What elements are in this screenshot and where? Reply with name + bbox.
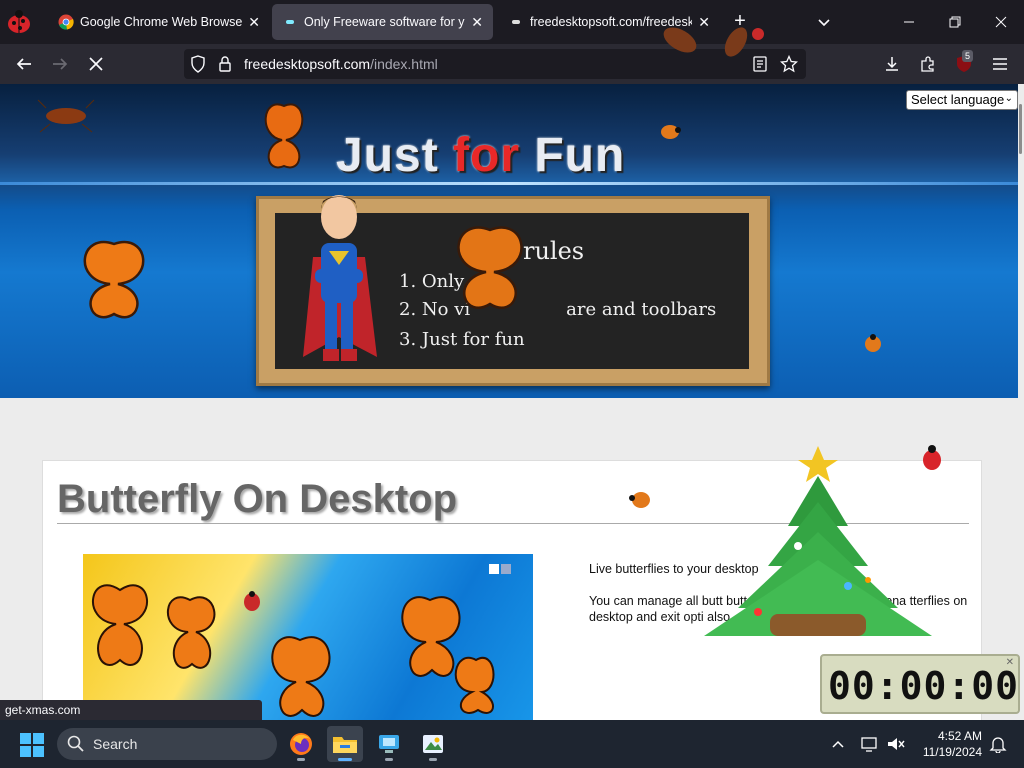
chevron-down-icon: ⌄ bbox=[1004, 93, 1013, 104]
desktop-app-icon[interactable] bbox=[371, 726, 407, 762]
rule-2-suffix: are and toolbars bbox=[566, 299, 717, 320]
language-select-label: Select language bbox=[911, 92, 1005, 107]
taskbar-search-box[interactable]: Search bbox=[57, 728, 277, 760]
site-title-accent: for bbox=[453, 129, 521, 182]
search-icon bbox=[67, 735, 85, 758]
ladybug-icon bbox=[865, 334, 881, 352]
clock-date: 11/19/2024 bbox=[922, 745, 982, 759]
star-bookmark-icon[interactable] bbox=[779, 54, 799, 78]
ladybug-app-icon[interactable] bbox=[4, 8, 34, 36]
clock-time: 00:00:00 bbox=[828, 664, 1020, 708]
running-indicator bbox=[297, 758, 305, 761]
close-window-icon[interactable] bbox=[978, 0, 1024, 44]
page-scrollbar[interactable] bbox=[1018, 84, 1024, 720]
photos-app-icon[interactable] bbox=[415, 726, 451, 762]
running-indicator bbox=[429, 758, 437, 761]
ladybug-icon bbox=[629, 492, 650, 508]
minimize-icon[interactable] bbox=[886, 0, 932, 44]
site-title-part1: Just bbox=[336, 129, 454, 182]
stop-loading-icon[interactable] bbox=[82, 50, 110, 78]
windows-taskbar: Search 4:52 AM 11/19/2024 bbox=[0, 720, 1024, 768]
chrome-icon bbox=[58, 14, 74, 30]
browser-nav-bar: freedesktopsoft.com/index.html 5 bbox=[0, 44, 1024, 84]
cockroach-icon bbox=[37, 99, 95, 133]
clock-time: 4:52 AM bbox=[937, 729, 982, 743]
restore-icon[interactable] bbox=[932, 0, 978, 44]
butterfly-icon bbox=[457, 226, 523, 309]
chevron-down-icon[interactable] bbox=[814, 12, 834, 32]
loading-dot-icon bbox=[508, 14, 524, 30]
desktop-clock-widget[interactable]: ✕ 00:00:00 bbox=[820, 654, 1020, 714]
browser-tab-bar: Google Chrome Web Browser ✕ Only Freewar… bbox=[0, 0, 1024, 44]
status-link-preview: get-xmas.com bbox=[0, 700, 262, 720]
url-path: /index.html bbox=[370, 56, 438, 72]
search-label: Search bbox=[93, 736, 138, 752]
lock-icon[interactable] bbox=[218, 55, 232, 78]
butterfly-swarm-icon bbox=[92, 584, 495, 717]
tab-freeware-active[interactable]: Only Freeware software for you ✕ bbox=[272, 4, 493, 40]
shield-icon[interactable] bbox=[190, 55, 206, 78]
url-text[interactable]: freedesktopsoft.com/index.html bbox=[244, 56, 438, 72]
tab-label: Google Chrome Web Browser bbox=[80, 15, 243, 29]
chevron-up-icon[interactable] bbox=[826, 732, 850, 756]
hamburger-menu-icon[interactable] bbox=[986, 50, 1014, 78]
site-title-part2: Fun bbox=[520, 129, 626, 182]
display-icon[interactable] bbox=[858, 732, 882, 756]
butterfly-icon bbox=[83, 240, 145, 319]
download-icon[interactable] bbox=[878, 50, 906, 78]
tab-chrome-browser[interactable]: Google Chrome Web Browser ✕ bbox=[48, 4, 270, 40]
site-title: Just for Fun bbox=[336, 128, 625, 183]
ladybug-icon bbox=[661, 125, 681, 139]
superhero-mascot-icon bbox=[303, 195, 377, 361]
product-title: Butterfly On Desktop bbox=[57, 477, 458, 521]
notification-bell-icon[interactable] bbox=[986, 732, 1010, 756]
url-domain: freedesktopsoft.com bbox=[244, 56, 371, 72]
close-tab-icon[interactable]: ✕ bbox=[471, 14, 483, 31]
windows-start-icon[interactable] bbox=[20, 733, 44, 757]
chalkboard-rule-3: 3. Just for fun bbox=[399, 329, 525, 350]
firefox-icon[interactable] bbox=[283, 726, 319, 762]
language-select[interactable]: Select language ⌄ bbox=[906, 90, 1018, 110]
butterfly-icon bbox=[264, 103, 304, 169]
speaker-muted-icon[interactable] bbox=[884, 732, 908, 756]
christmas-tree-icon bbox=[704, 446, 932, 636]
extensions-icon[interactable] bbox=[914, 50, 942, 78]
running-indicator bbox=[385, 758, 393, 761]
file-explorer-icon[interactable] bbox=[327, 726, 363, 762]
cockroach-icon bbox=[663, 27, 764, 57]
tab-label: Only Freeware software for you bbox=[304, 15, 466, 29]
close-tab-icon[interactable]: ✕ bbox=[248, 14, 260, 31]
forward-arrow-icon[interactable] bbox=[46, 50, 74, 78]
system-clock[interactable]: 4:52 AM 11/19/2024 bbox=[918, 728, 982, 760]
extension-badge: 5 bbox=[962, 50, 974, 62]
loading-dot-icon bbox=[282, 14, 298, 30]
back-arrow-icon[interactable] bbox=[10, 50, 38, 78]
running-indicator bbox=[338, 758, 352, 761]
